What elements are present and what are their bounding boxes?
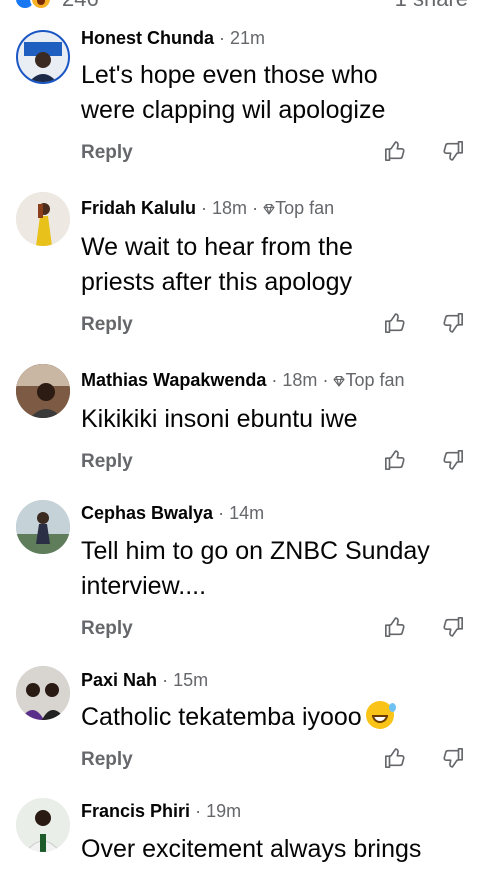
author-name[interactable]: Honest Chunda (81, 28, 214, 48)
dislike-icon[interactable] (442, 140, 464, 162)
like-icon[interactable] (384, 312, 406, 334)
reaction-icons[interactable] (14, 0, 52, 10)
comment-line: Over excitement always brings (81, 835, 422, 863)
comment-text: We wait to hear from the priests after t… (81, 230, 353, 300)
author-name[interactable]: Paxi Nah (81, 670, 157, 690)
dislike-icon[interactable] (442, 449, 464, 471)
dislike-icon[interactable] (442, 747, 464, 769)
avatar[interactable] (16, 798, 70, 852)
comment-header: Mathias Wapakwenda · 18m · Top fan (81, 370, 405, 390)
haha-reaction-icon (30, 0, 52, 10)
avatar-image (16, 666, 70, 720)
dislike-icon[interactable] (442, 616, 464, 638)
comment-header: Honest Chunda · 21m (81, 28, 266, 48)
author-name[interactable]: Fridah Kalulu (81, 198, 196, 218)
reply-button[interactable]: Reply (81, 314, 133, 336)
avatar[interactable] (16, 30, 70, 84)
comment-time[interactable]: 14m (229, 503, 264, 523)
avatar[interactable] (16, 192, 70, 246)
comment-line: Catholic tekatemba iyooo (81, 700, 396, 735)
comment-time[interactable]: 19m (206, 801, 241, 821)
top-fan-badge: Top fan (345, 370, 405, 390)
avatar[interactable] (16, 364, 70, 418)
reply-button[interactable]: Reply (81, 618, 133, 640)
comment-line: Tell him to go on ZNBC Sunday (81, 537, 430, 565)
comment-header: Fridah Kalulu · 18m · Top fan (81, 198, 335, 218)
like-icon[interactable] (384, 747, 406, 769)
comment-time[interactable]: 18m (212, 198, 247, 218)
avatar-image (16, 500, 70, 554)
avatar[interactable] (16, 500, 70, 554)
comment-header: Cephas Bwalya · 14m (81, 503, 265, 523)
comment-text: Kikikiki insoni ebuntu iwe (81, 402, 358, 437)
comment-line: Let's hope even those who (81, 61, 378, 89)
avatar-image (24, 42, 62, 82)
comment-line: We wait to hear from the (81, 233, 353, 261)
comment-line-text: Catholic tekatemba iyooo (81, 703, 362, 731)
post-stats-bar: 246 1 share (0, 0, 486, 14)
comment-header: Paxi Nah · 15m (81, 670, 209, 690)
like-icon[interactable] (384, 140, 406, 162)
author-name[interactable]: Mathias Wapakwenda (81, 370, 266, 390)
reply-button[interactable]: Reply (81, 749, 133, 771)
comment-text: Tell him to go on ZNBC Sunday interview.… (81, 534, 430, 604)
comment-text: Catholic tekatemba iyooo (81, 700, 396, 735)
comment-header: Francis Phiri · 19m (81, 801, 242, 821)
comment-text: Let's hope even those who were clapping … (81, 58, 385, 128)
dislike-icon[interactable] (442, 312, 464, 334)
like-icon[interactable] (384, 616, 406, 638)
share-count[interactable]: 1 share (395, 0, 468, 12)
top-fan-badge-icon (333, 375, 345, 387)
author-name[interactable]: Francis Phiri (81, 801, 190, 821)
comment-line: interview.... (81, 572, 207, 600)
reaction-count[interactable]: 246 (62, 0, 99, 12)
comment-time[interactable]: 15m (173, 670, 208, 690)
author-name[interactable]: Cephas Bwalya (81, 503, 213, 523)
avatar-image (16, 798, 70, 852)
reply-button[interactable]: Reply (81, 451, 133, 473)
reply-button[interactable]: Reply (81, 142, 133, 164)
avatar-image (16, 364, 70, 418)
comment-line: were clapping wil apologize (81, 96, 386, 124)
like-icon[interactable] (384, 449, 406, 471)
avatar-image (16, 192, 70, 246)
sweat-smile-emoji-icon (365, 701, 396, 729)
top-fan-badge-icon (263, 203, 275, 215)
comment-text: Over excitement always brings (81, 832, 421, 867)
avatar[interactable] (16, 666, 70, 720)
comment-time[interactable]: 21m (230, 28, 265, 48)
top-fan-badge: Top fan (275, 198, 335, 218)
comment-line: Kikikiki insoni ebuntu iwe (81, 405, 358, 433)
comment-line: priests after this apology (81, 268, 352, 296)
comment-time[interactable]: 18m (282, 370, 317, 390)
